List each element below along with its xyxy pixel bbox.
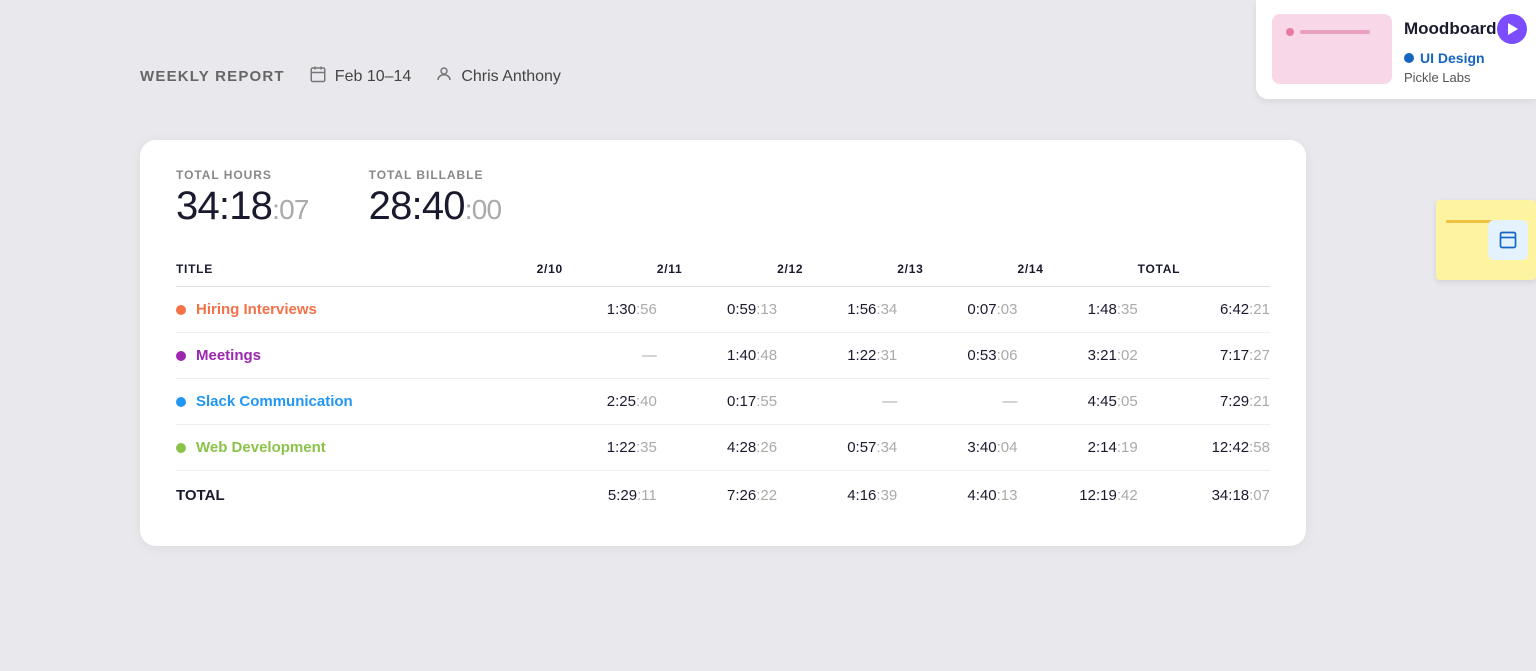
moodboard-preview-image xyxy=(1272,14,1392,84)
table-row: Meetings—1:40:481:22:310:53:063:21:027:1… xyxy=(176,333,1270,379)
col-header-214: 2/14 xyxy=(1017,254,1137,287)
table-total-row: TOTAL5:29:117:26:224:16:394:40:1312:19:4… xyxy=(176,471,1270,519)
total-row-cell: 4:16:39 xyxy=(777,471,897,519)
time-cell: 2:14:19 xyxy=(1017,425,1137,471)
time-cell: 7:29:21 xyxy=(1138,379,1270,425)
time-cell: 0:07:03 xyxy=(897,287,1017,333)
sticky-note-yellow xyxy=(1436,200,1536,280)
calendar-icon xyxy=(309,65,327,88)
time-cell: 1:56:34 xyxy=(777,287,897,333)
time-cell: 1:40:48 xyxy=(657,333,777,379)
total-hours-main: 34:18 xyxy=(176,184,272,228)
table-row: Web Development1:22:354:28:260:57:343:40… xyxy=(176,425,1270,471)
time-cell: — xyxy=(777,379,897,425)
time-cell: 3:40:04 xyxy=(897,425,1017,471)
total-billable-block: TOTAL BILLABLE 28:40:00 xyxy=(369,168,502,226)
total-row-cell: 12:19:42 xyxy=(1017,471,1137,519)
moodboard-tag-label: UI Design xyxy=(1420,50,1485,66)
header-date: Feb 10–14 xyxy=(309,65,412,88)
sticky-notes-area xyxy=(1436,200,1536,280)
time-cell: 0:53:06 xyxy=(897,333,1017,379)
time-cell: 1:22:31 xyxy=(777,333,897,379)
report-table: TITLE 2/10 2/11 2/12 2/13 2/14 TOTAL Hir… xyxy=(176,254,1270,518)
time-cell: — xyxy=(537,333,657,379)
task-title-cell[interactable]: Slack Communication xyxy=(176,379,537,425)
total-billable-sec: :00 xyxy=(465,194,502,225)
task-title-cell[interactable]: Meetings xyxy=(176,333,537,379)
col-header-title: TITLE xyxy=(176,254,537,287)
time-cell: 4:28:26 xyxy=(657,425,777,471)
time-cell: 7:17:27 xyxy=(1138,333,1270,379)
date-range-text: Feb 10–14 xyxy=(335,68,412,86)
total-billable-main: 28:40 xyxy=(369,184,465,228)
header-user: Chris Anthony xyxy=(435,65,561,88)
moodboard-pink-dot xyxy=(1286,28,1294,36)
time-cell: 0:59:13 xyxy=(657,287,777,333)
report-header: WEEKLY REPORT Feb 10–14 Chris Anthony xyxy=(140,65,561,88)
time-cell: 6:42:21 xyxy=(1138,287,1270,333)
moodboard-card: Moodboard UI Design Pickle Labs xyxy=(1256,0,1536,99)
report-label: WEEKLY REPORT xyxy=(140,68,285,85)
time-cell: 0:57:34 xyxy=(777,425,897,471)
time-cell: 3:21:02 xyxy=(1017,333,1137,379)
time-cell: 4:45:05 xyxy=(1017,379,1137,425)
col-header-211: 2/11 xyxy=(657,254,777,287)
time-cell: 12:42:58 xyxy=(1138,425,1270,471)
time-cell: 0:17:55 xyxy=(657,379,777,425)
table-row: Hiring Interviews1:30:560:59:131:56:340:… xyxy=(176,287,1270,333)
time-cell: 1:48:35 xyxy=(1017,287,1137,333)
moodboard-title: Moodboard xyxy=(1404,14,1527,44)
play-button[interactable] xyxy=(1497,14,1527,44)
page-container: Moodboard UI Design Pickle Labs WEEKLY R… xyxy=(0,0,1536,671)
table-row: Slack Communication2:25:400:17:55——4:45:… xyxy=(176,379,1270,425)
total-hours-value: 34:18:07 xyxy=(176,186,309,226)
moodboard-info: Moodboard UI Design Pickle Labs xyxy=(1404,14,1527,85)
col-header-210: 2/10 xyxy=(537,254,657,287)
col-header-213: 2/13 xyxy=(897,254,1017,287)
report-card: TOTAL HOURS 34:18:07 TOTAL BILLABLE 28:4… xyxy=(140,140,1306,546)
total-row-cell: 7:26:22 xyxy=(657,471,777,519)
moodboard-tag-dot xyxy=(1404,53,1414,63)
moodboard-preview-line xyxy=(1300,30,1370,34)
time-cell: 1:30:56 xyxy=(537,287,657,333)
col-header-total: TOTAL xyxy=(1138,254,1270,287)
moodboard-tag: UI Design xyxy=(1404,50,1527,66)
user-name-text: Chris Anthony xyxy=(461,68,561,86)
time-cell: — xyxy=(897,379,1017,425)
total-billable-value: 28:40:00 xyxy=(369,186,502,226)
user-icon xyxy=(435,65,453,88)
table-header-row: TITLE 2/10 2/11 2/12 2/13 2/14 TOTAL xyxy=(176,254,1270,287)
task-title-cell[interactable]: Web Development xyxy=(176,425,537,471)
col-header-212: 2/12 xyxy=(777,254,897,287)
total-hours-sec: :07 xyxy=(272,194,309,225)
total-billable-label: TOTAL BILLABLE xyxy=(369,168,502,182)
total-hours-block: TOTAL HOURS 34:18:07 xyxy=(176,168,309,226)
total-row-cell: 4:40:13 xyxy=(897,471,1017,519)
total-row-cell: 5:29:11 xyxy=(537,471,657,519)
totals-row: TOTAL HOURS 34:18:07 TOTAL BILLABLE 28:4… xyxy=(176,168,1270,226)
task-title-cell[interactable]: Hiring Interviews xyxy=(176,287,537,333)
total-row-label: TOTAL xyxy=(176,471,537,519)
sticky-note-icon xyxy=(1488,220,1528,260)
moodboard-subtitle: Pickle Labs xyxy=(1404,70,1527,85)
total-hours-label: TOTAL HOURS xyxy=(176,168,309,182)
time-cell: 1:22:35 xyxy=(537,425,657,471)
time-cell: 2:25:40 xyxy=(537,379,657,425)
total-row-cell: 34:18:07 xyxy=(1138,471,1270,519)
